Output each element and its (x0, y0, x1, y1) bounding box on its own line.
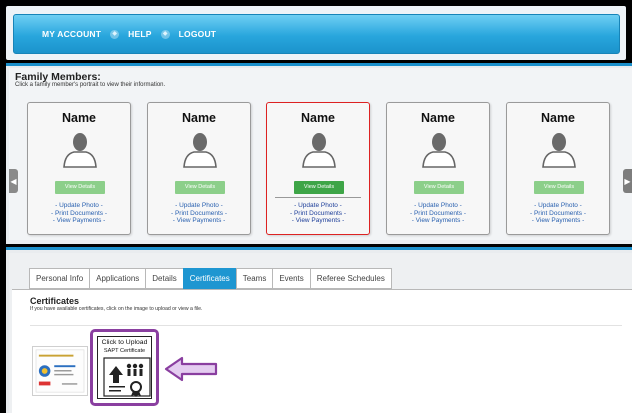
certificates-tab-content: Certificates If you have available certi… (12, 289, 632, 413)
details-tab-bar: Personal Info Applications Details Certi… (29, 268, 392, 289)
nav-separator-icon: ◆ (160, 29, 170, 39)
tab-details[interactable]: Details (145, 268, 183, 289)
family-member-card[interactable]: Name View Details - Update Photo - - Pri… (386, 102, 490, 235)
top-panel: MY ACCOUNT ◆ HELP ◆ LOGOUT (6, 6, 626, 60)
print-documents-link[interactable]: - Print Documents - (148, 210, 250, 218)
view-details-button[interactable]: View Details (175, 181, 225, 194)
member-links: - Update Photo - - Print Documents - - V… (267, 202, 369, 225)
view-payments-link[interactable]: - View Payments - (148, 217, 250, 225)
update-photo-link[interactable]: - Update Photo - (267, 202, 369, 210)
print-documents-link[interactable]: - Print Documents - (387, 210, 489, 218)
certificates-title: Certificates (30, 296, 80, 306)
member-links: - Update Photo - - Print Documents - - V… (507, 202, 609, 225)
update-photo-link[interactable]: - Update Photo - (28, 202, 130, 210)
family-member-card[interactable]: Name View Details - Update Photo - - Pri… (27, 102, 131, 235)
member-links: - Update Photo - - Print Documents - - V… (387, 202, 489, 225)
main-nav-bar: MY ACCOUNT ◆ HELP ◆ LOGOUT (13, 14, 620, 54)
person-portrait-icon[interactable] (300, 130, 338, 168)
person-portrait-icon[interactable] (181, 130, 219, 168)
upload-label-line1: Click to Upload (101, 339, 148, 346)
tab-referee-schedules[interactable]: Referee Schedules (309, 268, 392, 289)
section-divider (30, 325, 622, 326)
tab-certificates[interactable]: Certificates (182, 268, 236, 289)
certificate-thumbnail-icon[interactable] (32, 346, 88, 396)
print-documents-link[interactable]: - Print Documents - (267, 210, 369, 218)
nav-logout[interactable]: LOGOUT (179, 29, 217, 39)
tab-personal-info[interactable]: Personal Info (29, 268, 90, 289)
certificates-instructions: If you have available certificates, clic… (30, 306, 203, 312)
view-details-button[interactable]: View Details (534, 181, 584, 194)
member-name: Name (540, 111, 576, 125)
certificate-upload-icon (103, 357, 151, 397)
member-name: Name (420, 111, 456, 125)
view-payments-link[interactable]: - View Payments - (507, 217, 609, 225)
view-details-button[interactable]: View Details (414, 181, 464, 194)
tab-applications[interactable]: Applications (89, 268, 146, 289)
family-member-card[interactable]: Name View Details - Update Photo - - Pri… (506, 102, 610, 235)
view-payments-link[interactable]: - View Payments - (267, 217, 369, 225)
upload-sapt-certificate-button[interactable]: Click to Upload SAPT Certificate (90, 329, 159, 406)
view-details-button[interactable]: View Details (294, 181, 344, 194)
family-member-card-selected[interactable]: Name View Details - Update Photo - - Pri… (266, 102, 370, 235)
nav-help[interactable]: HELP (128, 29, 151, 39)
family-member-card[interactable]: Name View Details - Update Photo - - Pri… (147, 102, 251, 235)
person-portrait-icon[interactable] (540, 130, 578, 168)
member-name: Name (300, 111, 336, 125)
person-portrait-icon[interactable] (420, 130, 458, 168)
member-links: - Update Photo - - Print Documents - - V… (148, 202, 250, 225)
view-payments-link[interactable]: - View Payments - (28, 217, 130, 225)
member-links: - Update Photo - - Print Documents - - V… (28, 202, 130, 225)
member-details-content: Personal Info Applications Details Certi… (9, 253, 632, 413)
upload-certificate-card: Click to Upload SAPT Certificate (97, 336, 152, 399)
family-members-panel: Family Members: Click a family member's … (6, 63, 632, 244)
person-portrait-icon[interactable] (61, 130, 99, 168)
update-photo-link[interactable]: - Update Photo - (148, 202, 250, 210)
member-details-panel: Personal Info Applications Details Certi… (6, 247, 632, 413)
carousel-prev-arrow-icon[interactable]: ◀ (9, 169, 18, 193)
family-members-content: Family Members: Click a family member's … (9, 68, 632, 240)
update-photo-link[interactable]: - Update Photo - (507, 202, 609, 210)
nav-separator-icon: ◆ (110, 29, 120, 39)
family-members-instructions: Click a family member's portrait to view… (15, 82, 166, 88)
member-name: Name (61, 111, 97, 125)
upload-label-line2: SAPT Certificate (103, 348, 146, 354)
carousel-next-arrow-icon[interactable]: ▶ (623, 169, 632, 193)
update-photo-link[interactable]: - Update Photo - (387, 202, 489, 210)
nav-my-account[interactable]: MY ACCOUNT (42, 29, 101, 39)
card-divider (275, 197, 361, 198)
member-name: Name (181, 111, 217, 125)
tab-events[interactable]: Events (272, 268, 310, 289)
print-documents-link[interactable]: - Print Documents - (507, 210, 609, 218)
tab-teams[interactable]: Teams (235, 268, 273, 289)
print-documents-link[interactable]: - Print Documents - (28, 210, 130, 218)
view-payments-link[interactable]: - View Payments - (387, 217, 489, 225)
arrow-left-icon (164, 356, 218, 382)
view-details-button[interactable]: View Details (55, 181, 105, 194)
